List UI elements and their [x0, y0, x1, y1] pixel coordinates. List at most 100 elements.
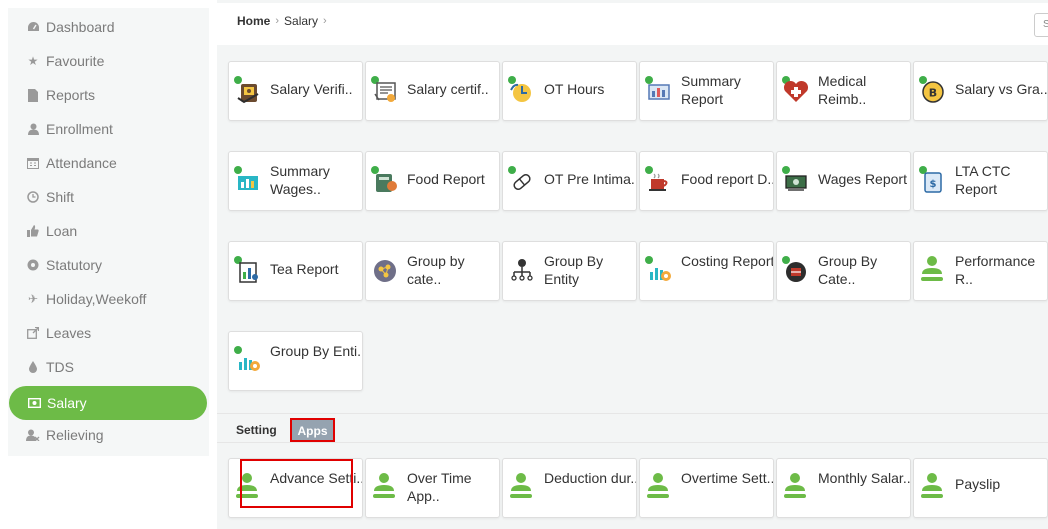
- main-content: Home › Salary › S Salary Verifi.. Salary…: [217, 0, 1048, 529]
- salary-certificate-icon: [371, 76, 399, 104]
- tab-setting[interactable]: Setting: [236, 423, 277, 437]
- sidebar-item-label: Dashboard: [46, 19, 115, 35]
- card-label: Food Report: [407, 171, 485, 187]
- person-icon: [919, 254, 947, 286]
- calendar-icon: [26, 156, 40, 170]
- person-icon: [645, 471, 673, 503]
- card-label: Salary vs Gra..: [955, 81, 1047, 97]
- sidebar-item-label: Loan: [46, 223, 78, 239]
- card-label: Overtime Sett..: [681, 470, 773, 486]
- card-label: OT Hours: [544, 81, 605, 97]
- sidebar-item-label: Salary: [47, 395, 87, 411]
- app-card-over-time-app[interactable]: Over Time App..: [365, 458, 500, 518]
- card-label: Tea Report: [270, 261, 339, 277]
- sidebar-item-attendance[interactable]: Attendance: [8, 146, 209, 180]
- card-label: Summary Report: [681, 73, 741, 107]
- app-card-payslip[interactable]: Payslip: [913, 458, 1048, 518]
- report-card-summary-wages[interactable]: Summary Wages..: [228, 151, 363, 211]
- report-card-wages-report[interactable]: Wages Report: [776, 151, 911, 211]
- sidebar-item-statutory[interactable]: Statutory: [8, 248, 209, 282]
- app-card-advance-settings[interactable]: Advance Setti..: [228, 458, 363, 518]
- clock-icon: [26, 190, 40, 204]
- ot-hours-icon: [508, 76, 536, 104]
- person-icon: [508, 471, 536, 503]
- report-card-ot-hours[interactable]: OT Hours: [502, 61, 637, 121]
- report-card-food-report-d[interactable]: Food report D..: [639, 151, 774, 211]
- sidebar-item-reports[interactable]: Reports: [8, 78, 209, 112]
- report-card-tea-report[interactable]: Tea Report: [228, 241, 363, 301]
- card-label: Food report D..: [681, 171, 773, 187]
- tabs-bar: Setting Apps: [217, 413, 1048, 443]
- report-card-performance[interactable]: Performance R..: [913, 241, 1048, 301]
- group-by-cate-icon: [782, 256, 810, 284]
- money-icon: [27, 396, 41, 410]
- summary-wages-icon: [234, 166, 262, 194]
- report-card-group-by-entity[interactable]: Group By Entity: [502, 241, 637, 301]
- card-label: Group By Entity: [544, 253, 604, 287]
- group-category-icon: [371, 256, 399, 284]
- report-card-lta-ctc-report[interactable]: $ LTA CTC Report: [913, 151, 1048, 211]
- breadcrumb-home[interactable]: Home: [237, 14, 270, 28]
- sidebar-item-salary[interactable]: Salary: [9, 386, 207, 420]
- report-card-group-by-entity-2[interactable]: Group By Enti..: [228, 331, 363, 391]
- breadcrumb: Home › Salary ›: [237, 14, 332, 28]
- bitcoin-icon: B: [919, 76, 947, 104]
- star-icon: ★: [27, 54, 39, 68]
- report-card-medical-reimb[interactable]: Medical Reimb..: [776, 61, 911, 121]
- sidebar-item-label: Attendance: [46, 155, 117, 171]
- person-icon: [782, 471, 810, 503]
- svg-text:B: B: [929, 87, 937, 100]
- user-minus-icon: [26, 428, 40, 442]
- app-card-monthly-salary[interactable]: Monthly Salar..: [776, 458, 911, 518]
- report-card-ot-pre-intimation[interactable]: OT Pre Intima..: [502, 151, 637, 211]
- sidebar-item-dashboard[interactable]: Dashboard: [8, 10, 209, 44]
- app-card-overtime-settings[interactable]: Overtime Sett..: [639, 458, 774, 518]
- wages-icon: [782, 166, 810, 194]
- external-link-icon: [26, 326, 40, 340]
- drop-icon: [26, 360, 40, 374]
- card-label: Deduction dur..: [544, 470, 636, 486]
- tab-apps[interactable]: Apps: [290, 418, 335, 442]
- report-card-salary-certificate[interactable]: Salary certif..: [365, 61, 500, 121]
- sidebar-item-relieving[interactable]: Relieving: [8, 418, 209, 452]
- medical-icon: [782, 76, 810, 104]
- salary-verification-icon: [234, 76, 262, 104]
- svg-text:$: $: [930, 179, 937, 190]
- app-card-deduction[interactable]: Deduction dur..: [502, 458, 637, 518]
- summary-report-icon: [645, 76, 673, 104]
- report-card-salary-verification[interactable]: Salary Verifi..: [228, 61, 363, 121]
- costing-icon: [645, 256, 673, 284]
- coffee-icon: [645, 166, 673, 194]
- card-label: Group By Cate..: [818, 253, 878, 287]
- sidebar-item-holiday[interactable]: ✈ Holiday,Weekoff: [8, 282, 209, 316]
- report-card-summary-report[interactable]: Summary Report: [639, 61, 774, 121]
- sidebar: Dashboard ★ Favourite Reports Enrollment …: [0, 0, 217, 529]
- card-label: Medical Reimb..: [818, 73, 867, 107]
- search-input[interactable]: S: [1034, 13, 1048, 37]
- card-label: Group by cate..: [407, 253, 465, 287]
- sidebar-item-tds[interactable]: TDS: [8, 350, 209, 384]
- sidebar-item-enrollment[interactable]: Enrollment: [8, 112, 209, 146]
- card-label: Payslip: [955, 476, 1001, 492]
- sidebar-item-leaves[interactable]: Leaves: [8, 316, 209, 350]
- person-icon: [371, 471, 399, 503]
- sidebar-item-shift[interactable]: Shift: [8, 180, 209, 214]
- sidebar-menu: Dashboard ★ Favourite Reports Enrollment …: [8, 8, 209, 456]
- sidebar-item-label: TDS: [46, 359, 74, 375]
- report-card-food-report[interactable]: Food Report: [365, 151, 500, 211]
- sidebar-item-favourite[interactable]: ★ Favourite: [8, 44, 209, 78]
- dashboard-icon: [26, 20, 40, 34]
- report-card-salary-vs-gra[interactable]: B Salary vs Gra..: [913, 61, 1048, 121]
- lta-icon: $: [919, 166, 947, 194]
- food-icon: [371, 166, 399, 194]
- sidebar-item-label: Enrollment: [46, 121, 113, 137]
- card-label: LTA CTC Report: [955, 163, 1011, 197]
- sidebar-item-label: Reports: [46, 87, 96, 103]
- sidebar-item-loan[interactable]: Loan: [8, 214, 209, 248]
- card-label: Wages Report: [818, 171, 907, 187]
- report-card-group-by-cate[interactable]: Group By Cate..: [776, 241, 911, 301]
- card-label: Summary Wages..: [270, 163, 330, 197]
- report-card-group-by-category[interactable]: Group by cate..: [365, 241, 500, 301]
- person-icon: [234, 471, 262, 503]
- report-card-costing-report[interactable]: Costing Report: [639, 241, 774, 301]
